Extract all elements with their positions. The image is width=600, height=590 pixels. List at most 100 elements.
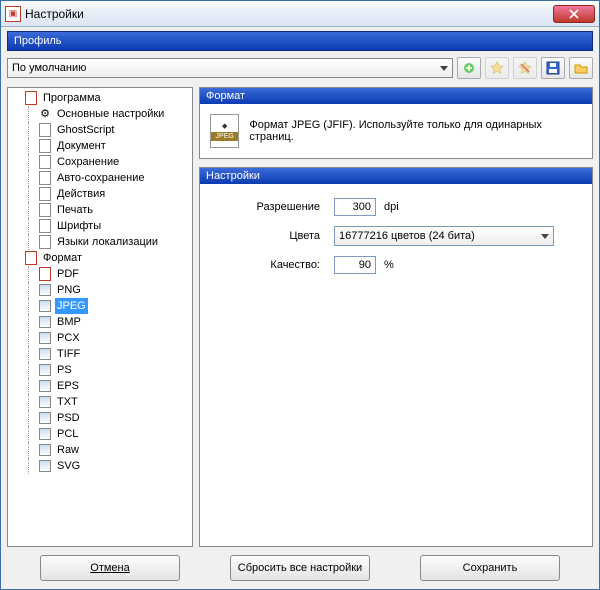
document-icon — [38, 235, 52, 249]
format-group: Формат ◆ JPEG Формат JPEG (JFIF). Исполь… — [199, 87, 593, 159]
jpeg-format-icon: ◆ JPEG — [210, 114, 239, 148]
pdf-icon — [24, 251, 38, 265]
tree-item-png[interactable]: PNG — [38, 282, 192, 298]
tree-label: PNG — [55, 282, 83, 298]
settings-group-header: Настройки — [200, 168, 592, 184]
tree-label: PS — [55, 362, 74, 378]
tree-label: PDF — [55, 266, 81, 282]
save-profile-button[interactable] — [541, 57, 565, 79]
tree-item-jpeg[interactable]: JPEG — [38, 298, 192, 314]
chevron-down-icon — [440, 66, 448, 71]
tree-item-pcl[interactable]: PCL — [38, 426, 192, 442]
tree-label: Документ — [55, 138, 108, 154]
add-profile-button[interactable] — [457, 57, 481, 79]
profile-section-header: Профиль — [7, 31, 593, 51]
tree-item-raw[interactable]: Raw — [38, 442, 192, 458]
image-icon — [38, 315, 52, 329]
tree-label: Программа — [41, 90, 103, 106]
profile-select[interactable]: По умолчанию — [7, 58, 453, 78]
tree-item-save[interactable]: Сохранение — [38, 154, 192, 170]
tree-label: Raw — [55, 442, 81, 458]
tree-item-pcx[interactable]: PCX — [38, 330, 192, 346]
save-button[interactable]: Сохранить — [420, 555, 560, 581]
tree-item-gs[interactable]: GhostScript — [38, 122, 192, 138]
nav-tree[interactable]: Программа⚙Основные настройкиGhostScriptД… — [7, 87, 193, 547]
resolution-input[interactable] — [334, 198, 376, 216]
tree-label: TXT — [55, 394, 80, 410]
tree-label: GhostScript — [55, 122, 116, 138]
tree-item-basic[interactable]: ⚙Основные настройки — [38, 106, 192, 122]
tree-item-lang[interactable]: Языки локализации — [38, 234, 192, 250]
profile-selected-label: По умолчанию — [12, 62, 86, 74]
tree-item-txt[interactable]: TXT — [38, 394, 192, 410]
tree-node-Формат[interactable]: Формат — [24, 250, 192, 266]
favorite-profile-button — [485, 57, 509, 79]
tree-item-doc[interactable]: Документ — [38, 138, 192, 154]
tree-item-print[interactable]: Печать — [38, 202, 192, 218]
tree-item-eps[interactable]: EPS — [38, 378, 192, 394]
format-group-header: Формат — [200, 88, 592, 104]
tree-item-actions[interactable]: Действия — [38, 186, 192, 202]
tree-label: Печать — [55, 202, 95, 218]
tree-label: JPEG — [55, 298, 88, 314]
tree-item-psd[interactable]: PSD — [38, 410, 192, 426]
quality-label: Качество: — [210, 259, 320, 271]
tree-label: Сохранение — [55, 154, 121, 170]
tree-item-fonts[interactable]: Шрифты — [38, 218, 192, 234]
tree-label: Шрифты — [55, 218, 103, 234]
titlebar: ▣ Настройки — [1, 1, 599, 27]
open-profile-button[interactable] — [569, 57, 593, 79]
document-icon — [38, 187, 52, 201]
tree-item-ps[interactable]: PS — [38, 362, 192, 378]
pdf-icon — [38, 267, 52, 281]
document-icon — [38, 155, 52, 169]
tree-label: Действия — [55, 186, 107, 202]
resolution-label: Разрешение — [210, 201, 320, 213]
tree-label: Основные настройки — [55, 106, 166, 122]
tree-label: Авто-сохранение — [55, 170, 147, 186]
close-button[interactable] — [553, 5, 595, 23]
format-description: Формат JPEG (JFIF). Используйте только д… — [249, 119, 582, 143]
app-icon: ▣ — [5, 6, 21, 22]
pdf-icon — [24, 91, 38, 105]
tree-item-tiff[interactable]: TIFF — [38, 346, 192, 362]
document-icon — [38, 203, 52, 217]
settings-window: ▣ Настройки Профиль По умолчанию Програм… — [0, 0, 600, 590]
image-icon — [38, 443, 52, 457]
document-icon — [38, 171, 52, 185]
close-icon — [569, 9, 579, 19]
tree-label: BMP — [55, 314, 83, 330]
tree-label: TIFF — [55, 346, 82, 362]
tree-item-bmp[interactable]: BMP — [38, 314, 192, 330]
content-pane: Формат ◆ JPEG Формат JPEG (JFIF). Исполь… — [199, 87, 593, 547]
document-icon — [38, 219, 52, 233]
tree-item-autosave[interactable]: Авто-сохранение — [38, 170, 192, 186]
image-icon — [38, 363, 52, 377]
reset-button[interactable]: Сбросить все настройки — [230, 555, 370, 581]
tree-label: PSD — [55, 410, 82, 426]
image-icon — [38, 283, 52, 297]
profile-row: По умолчанию — [1, 51, 599, 87]
image-icon — [38, 379, 52, 393]
tree-label: PCL — [55, 426, 80, 442]
image-icon — [38, 427, 52, 441]
tree-item-pdf[interactable]: PDF — [38, 266, 192, 282]
tree-node-Программа[interactable]: Программа — [24, 90, 192, 106]
image-icon — [38, 411, 52, 425]
resolution-unit: dpi — [384, 201, 399, 213]
image-icon — [38, 331, 52, 345]
colors-select[interactable]: 16777216 цветов (24 бита) — [334, 226, 554, 246]
cancel-button[interactable]: Отмена — [40, 555, 180, 581]
tree-item-svg[interactable]: SVG — [38, 458, 192, 474]
quality-unit: % — [384, 259, 394, 271]
colors-value: 16777216 цветов (24 бита) — [339, 230, 475, 242]
colors-label: Цвета — [210, 230, 320, 242]
chevron-down-icon — [541, 234, 549, 239]
tree-label: SVG — [55, 458, 82, 474]
image-icon — [38, 395, 52, 409]
image-icon — [38, 347, 52, 361]
dialog-buttons: Отмена Сбросить все настройки Сохранить — [7, 555, 593, 581]
settings-group: Настройки Разрешение dpi Цвета 16777216 … — [199, 167, 593, 547]
quality-input[interactable] — [334, 256, 376, 274]
document-icon — [38, 139, 52, 153]
